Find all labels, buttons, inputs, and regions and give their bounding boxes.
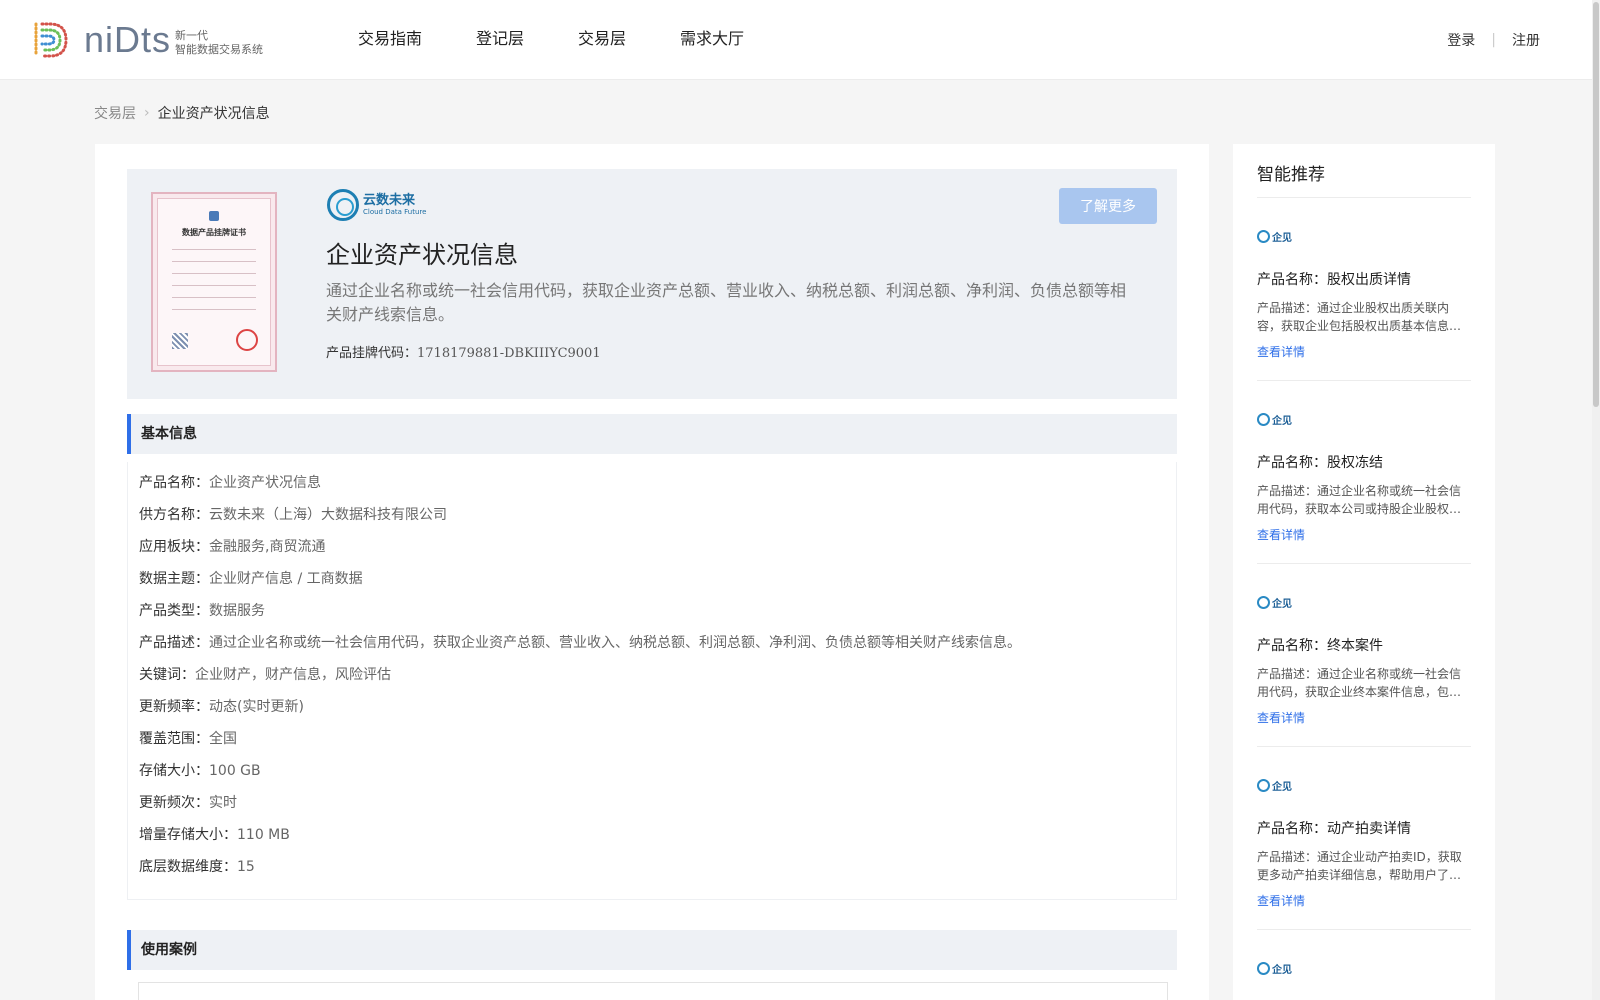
nav-item-trading-guide[interactable]: 交易指南	[358, 28, 422, 50]
nav-item-demand-hall[interactable]: 需求大厅	[680, 28, 744, 50]
use-cases-content	[138, 982, 1168, 1000]
recommendation-card: 企见 产品名称：股权冻结 产品描述：通过企业名称或统一社会信用代码，获取本公司或…	[1257, 412, 1471, 543]
recommendation-desc: 产品描述：通过企业股权出质关联内容，获取企业包括股权出质基本信息等详细内容	[1257, 301, 1462, 333]
auth-links: 登录 | 注册	[1447, 30, 1540, 50]
provider-brand-logo: 云数未来 Cloud Data Future	[327, 189, 426, 221]
login-link[interactable]: 登录	[1447, 30, 1475, 50]
recommendation-card: 企见	[1257, 961, 1471, 976]
recommendation-desc: 产品描述：通过企业动产拍卖ID，获取更多动产拍卖详细信息，帮助用户了解详情	[1257, 850, 1462, 882]
view-details-link[interactable]: 查看详情	[1257, 709, 1305, 726]
main-nav: 交易指南 登记层 交易层 需求大厅	[358, 28, 798, 50]
view-details-link[interactable]: 查看详情	[1257, 343, 1305, 360]
breadcrumb-parent-link[interactable]: 交易层	[94, 103, 136, 123]
breadcrumb-current: 企业资产状况信息	[157, 106, 270, 122]
info-row: 数据主题：企业财产信息 / 工商数据	[139, 571, 363, 587]
info-row: 存储大小：100 GB	[139, 763, 261, 779]
use-cases-heading: 使用案例	[127, 930, 1177, 970]
info-row: 供方名称：云数未来（上海）大数据科技有限公司	[139, 507, 447, 523]
qijian-logo-icon	[1257, 961, 1270, 975]
recommendation-card: 企见 产品名称：终本案件 产品描述：通过企业名称或统一社会信用代码，获取企业终本…	[1257, 595, 1471, 726]
divider	[1257, 197, 1471, 198]
nav-item-trading-layer[interactable]: 交易层	[578, 28, 626, 50]
info-row: 应用板块：金融服务,商贸流通	[139, 539, 326, 555]
recommendation-name: 产品名称：股权出质详情	[1257, 272, 1411, 288]
main-panel: 数据产品挂牌证书 云数未来 Cloud Data Future 了解更多 企业资…	[95, 144, 1209, 1000]
qijian-logo: 企见	[1257, 229, 1471, 244]
nav-item-registration-layer[interactable]: 登记层	[476, 28, 524, 50]
info-row: 更新频次：实时	[139, 795, 237, 811]
recommendation-desc: 产品描述：通过企业名称或统一社会信用代码，获取企业终本案件信息，包括案号等	[1257, 667, 1462, 699]
top-header: niDts 新一代 智能数据交易系统 交易指南 登记层 交易层 需求大厅 登录 …	[0, 0, 1600, 80]
qijian-logo: 企见	[1257, 595, 1471, 610]
info-row: 产品名称：企业资产状况信息	[139, 475, 321, 491]
listing-code-value: 1718179881-DBKIIIYC9001	[417, 346, 601, 361]
dotted-d-logo-icon	[34, 22, 68, 58]
product-summary-card: 数据产品挂牌证书 云数未来 Cloud Data Future 了解更多 企业资…	[127, 169, 1177, 399]
listing-code-label: 产品挂牌代码：	[326, 346, 418, 361]
view-details-link[interactable]: 查看详情	[1257, 892, 1305, 909]
recommendation-card: 企见 产品名称：动产拍卖详情 产品描述：通过企业动产拍卖ID，获取更多动产拍卖详…	[1257, 778, 1471, 909]
red-seal-icon	[236, 329, 258, 351]
qijian-logo-icon	[1257, 412, 1270, 426]
swirl-logo-icon	[327, 189, 359, 221]
info-row: 更新频率：动态(实时更新)	[139, 699, 304, 715]
logo-wordmark: niDts	[84, 19, 172, 60]
qijian-logo: 企见	[1257, 778, 1471, 793]
logo-tagline-line1: 新一代	[175, 29, 209, 42]
brand-name-en: Cloud Data Future	[363, 208, 427, 216]
product-description: 通过企业名称或统一社会信用代码，获取企业资产总额、营业收入、纳税总额、利润总额、…	[326, 281, 1127, 324]
recommendation-name: 产品名称：股权冻结	[1257, 455, 1383, 471]
qijian-logo-icon	[1257, 595, 1270, 609]
qijian-logo: 企见	[1257, 412, 1471, 427]
basic-info-heading: 基本信息	[127, 414, 1177, 454]
brand-name-cn: 云数未来	[363, 193, 416, 208]
view-details-link[interactable]: 查看详情	[1257, 526, 1305, 543]
certificate-title: 数据产品挂牌证书	[182, 228, 246, 237]
recommendation-name: 产品名称：动产拍卖详情	[1257, 821, 1411, 837]
sidebar-title: 智能推荐	[1257, 165, 1325, 185]
divider	[1257, 380, 1471, 381]
site-logo[interactable]: niDts 新一代 智能数据交易系统	[30, 18, 263, 62]
divider	[1257, 563, 1471, 564]
certificate-image: 数据产品挂牌证书	[151, 192, 277, 372]
recommendation-desc: 产品描述：通过企业名称或统一社会信用代码，获取本公司或持股企业股权冻结信息	[1257, 484, 1462, 516]
info-row: 产品类型：数据服务	[139, 603, 265, 619]
info-row: 覆盖范围：全国	[139, 731, 237, 747]
logo-tagline: 新一代 智能数据交易系统	[175, 29, 263, 57]
page-scrollbar[interactable]	[1592, 0, 1600, 1000]
recommendation-name: 产品名称：终本案件	[1257, 638, 1383, 654]
qijian-logo-icon	[1257, 229, 1270, 243]
info-row: 产品描述：通过企业名称或统一社会信用代码，获取企业资产总额、营业收入、纳税总额、…	[139, 635, 1021, 651]
breadcrumb: 交易层 › 企业资产状况信息	[94, 103, 270, 123]
recommendation-card: 企见 产品名称：股权出质详情 产品描述：通过企业股权出质关联内容，获取企业包括股…	[1257, 229, 1471, 360]
qijian-logo: 企见	[1257, 961, 1471, 976]
info-row: 增量存储大小：110 MB	[139, 827, 290, 843]
divider	[1257, 929, 1471, 930]
product-listing-code: 产品挂牌代码：1718179881-DBKIIIYC9001	[326, 342, 601, 361]
info-row: 底层数据维度：15	[139, 859, 255, 875]
recommendation-sidebar: 智能推荐 企见 产品名称：股权出质详情 产品描述：通过企业股权出质关联内容，获取…	[1233, 144, 1495, 1000]
scrollbar-thumb[interactable]	[1593, 2, 1599, 407]
divider	[1257, 746, 1471, 747]
certificate-emblem-icon	[209, 211, 219, 221]
register-link[interactable]: 注册	[1512, 30, 1540, 50]
basic-info-list: 产品名称：企业资产状况信息 供方名称：云数未来（上海）大数据科技有限公司 应用板…	[127, 462, 1177, 900]
info-row: 关键词：企业财产，财产信息，风险评估	[139, 667, 391, 683]
auth-divider: |	[1491, 32, 1496, 48]
logo-tagline-line2: 智能数据交易系统	[175, 43, 264, 56]
product-title: 企业资产状况信息	[326, 241, 518, 269]
qijian-logo-icon	[1257, 778, 1270, 792]
chevron-right-icon: ›	[144, 105, 150, 121]
learn-more-button[interactable]: 了解更多	[1059, 188, 1157, 224]
qr-code-icon	[172, 333, 188, 349]
